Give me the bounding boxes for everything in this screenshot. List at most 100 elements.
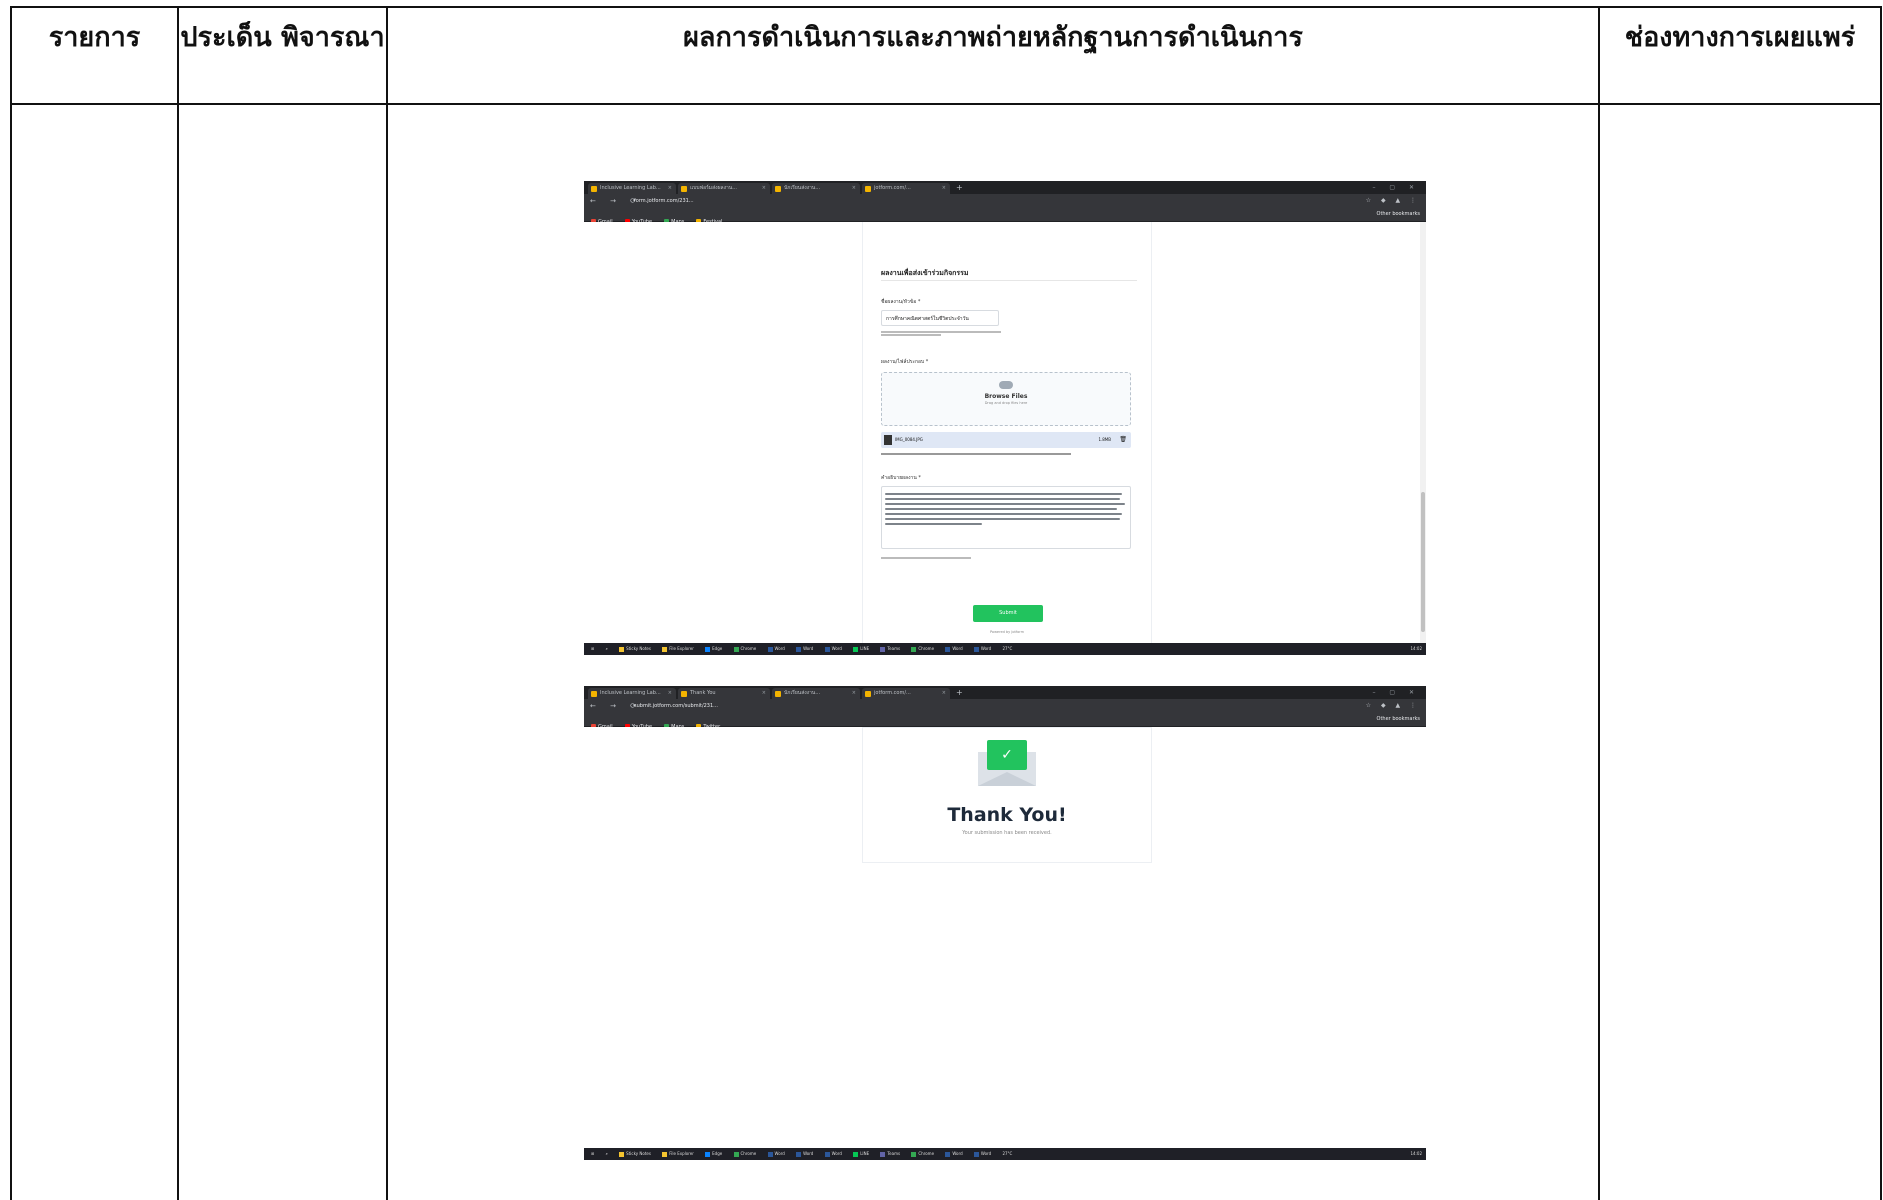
table-left-border xyxy=(10,6,12,1200)
check-icon: ✓ xyxy=(987,740,1027,770)
evidence-screenshot-form: Inclusive Learning Lab... × แบบฟอร์มส่งผล… xyxy=(584,181,1426,655)
taskbar-app[interactable]: Word xyxy=(822,643,845,655)
windows-taskbar: ⊞ ⌕ Sticky Notes File Explorer Edge Chro… xyxy=(584,1148,1426,1160)
taskbar-app[interactable]: Word xyxy=(942,1148,965,1160)
scrollbar[interactable] xyxy=(1420,222,1426,643)
col-divider-3 xyxy=(1598,6,1600,1200)
taskbar-app[interactable]: Edge xyxy=(702,643,725,655)
upload-hint xyxy=(881,452,1081,456)
header-considerations: ประเด็น พิจารณา xyxy=(180,22,385,53)
divider xyxy=(881,280,1137,281)
thank-you-title: Thank You! xyxy=(947,804,1067,826)
browser-tab[interactable]: jotform.com/... × xyxy=(862,183,950,194)
taskbar-app[interactable]: LINE xyxy=(850,643,872,655)
search-icon[interactable]: ⌕ xyxy=(603,643,611,655)
trash-icon[interactable]: 🗑 xyxy=(1119,432,1127,448)
url-field[interactable]: submit.jotform.com/submit/231... xyxy=(634,701,1234,711)
thank-you-card: ✓ Thank You! Your submission has been re… xyxy=(862,727,1152,863)
uploaded-file-row: IMG_0084.JPG 1.8MB 🗑 xyxy=(881,432,1131,448)
taskbar-app[interactable]: Word xyxy=(793,643,816,655)
upload-label: ผลงาน/ไฟล์ประกอบ * xyxy=(881,359,929,365)
taskbar-app[interactable]: Word xyxy=(942,643,965,655)
new-tab-icon[interactable]: + xyxy=(956,686,963,699)
header-bottom-border xyxy=(10,103,1882,105)
description-label: คำอธิบายผลงาน * xyxy=(881,475,921,481)
browser-tab-bar: Inclusive Learning Lab... × แบบฟอร์มส่งผล… xyxy=(584,181,1426,194)
taskbar-app[interactable]: Sticky Notes xyxy=(616,643,654,655)
cloud-upload-icon xyxy=(999,381,1013,389)
header-items: รายการ xyxy=(48,22,141,53)
envelope-flap xyxy=(978,772,1036,786)
taskbar-clock[interactable]: 14:02 xyxy=(1410,643,1422,655)
weather-widget[interactable]: 27°C xyxy=(999,643,1015,655)
taskbar-app[interactable]: Word xyxy=(971,1148,994,1160)
taskbar-app[interactable]: File Explorer xyxy=(659,1148,697,1160)
file-thumbnail xyxy=(884,435,892,445)
start-icon[interactable]: ⊞ xyxy=(588,1148,597,1160)
browser-tab-bar: Inclusive Learning Lab... × Thank You × นั… xyxy=(584,686,1426,699)
browser-tab[interactable]: Inclusive Learning Lab... × xyxy=(588,183,676,194)
new-tab-icon[interactable]: + xyxy=(956,181,963,194)
file-name: IMG_0084.JPG xyxy=(895,437,923,442)
form-card: ผลงานเพื่อส่งเข้าร่วมกิจกรรม ชื่อผลงาน/ห… xyxy=(862,222,1152,643)
name-label: ชื่อผลงาน/หัวข้อ * xyxy=(881,299,921,305)
search-icon[interactable]: ⌕ xyxy=(603,1148,611,1160)
taskbar-clock[interactable]: 14:02 xyxy=(1410,1148,1422,1160)
taskbar-app[interactable]: File Explorer xyxy=(659,643,697,655)
table-right-border xyxy=(1880,6,1882,1200)
browser-tab[interactable]: นักเรียนส่งงาน... × xyxy=(772,688,860,699)
header-channels: ช่องทางการเผยแพร่ xyxy=(1624,22,1856,53)
browser-tab[interactable]: Inclusive Learning Lab... × xyxy=(588,688,676,699)
browser-tab[interactable]: Thank You × xyxy=(678,688,770,699)
window-controls[interactable]: – ▢ ✕ xyxy=(1372,181,1420,194)
taskbar-app[interactable]: Edge xyxy=(702,1148,725,1160)
header-results: ผลการดำเนินการและภาพถ่ายหลักฐานการดำเนิน… xyxy=(683,22,1303,53)
browse-files-label[interactable]: Browse Files xyxy=(882,393,1130,400)
browser-page: ผลงานเพื่อส่งเข้าร่วมกิจกรรม ชื่อผลงาน/ห… xyxy=(584,222,1426,643)
start-icon[interactable]: ⊞ xyxy=(588,643,597,655)
taskbar-app[interactable]: Word xyxy=(765,1148,788,1160)
browser-toolbar-icons[interactable]: ☆ ◆ ▲ ⋮ xyxy=(1366,194,1420,208)
taskbar-app[interactable]: Teams xyxy=(877,643,903,655)
taskbar-app[interactable]: Chrome xyxy=(908,1148,937,1160)
taskbar-app[interactable]: Teams xyxy=(877,1148,903,1160)
other-bookmarks[interactable]: Other bookmarks xyxy=(1377,208,1420,221)
browser-address-bar: ← → ⟳ submit.jotform.com/submit/231... ☆… xyxy=(584,699,1426,713)
weather-widget[interactable]: 27°C xyxy=(999,1148,1015,1160)
other-bookmarks[interactable]: Other bookmarks xyxy=(1377,713,1420,726)
powered-by: Powered by Jotform xyxy=(989,630,1025,634)
taskbar-app[interactable]: Chrome xyxy=(908,643,937,655)
window-controls[interactable]: – ▢ ✕ xyxy=(1372,686,1420,699)
field-hint xyxy=(881,330,1011,337)
browser-tab[interactable]: นักเรียนส่งงาน... × xyxy=(772,183,860,194)
table-top-border xyxy=(10,6,1882,8)
taskbar-app[interactable]: Word xyxy=(765,643,788,655)
taskbar-app[interactable]: LINE xyxy=(850,1148,872,1160)
form-section-title: ผลงานเพื่อส่งเข้าร่วมกิจกรรม xyxy=(881,269,969,277)
textarea-hint xyxy=(881,556,1011,560)
description-textarea[interactable] xyxy=(881,486,1131,549)
file-dropzone[interactable]: Browse Files Drag and drop files here xyxy=(881,372,1131,426)
submit-button[interactable]: Submit xyxy=(973,605,1043,622)
evidence-screenshot-thankyou: Inclusive Learning Lab... × Thank You × นั… xyxy=(584,686,1426,1160)
drag-drop-hint: Drag and drop files here xyxy=(984,401,1028,405)
windows-taskbar: ⊞ ⌕ Sticky Notes File Explorer Edge Chro… xyxy=(584,643,1426,655)
browser-toolbar-icons[interactable]: ☆ ◆ ▲ ⋮ xyxy=(1366,699,1420,713)
col-divider-2 xyxy=(386,6,388,1200)
col-divider-1 xyxy=(177,6,179,1200)
thank-you-subtitle: Your submission has been received. xyxy=(962,830,1052,836)
bookmarks-bar: Gmail YouTube Maps Festival Other bookma… xyxy=(584,208,1426,225)
taskbar-app[interactable]: Word xyxy=(971,643,994,655)
taskbar-app[interactable]: Chrome xyxy=(731,643,760,655)
taskbar-app[interactable]: Chrome xyxy=(731,1148,760,1160)
taskbar-app[interactable]: Word xyxy=(793,1148,816,1160)
file-size: 1.8MB xyxy=(1098,437,1111,442)
name-input[interactable]: การศึกษาคณิตศาสตร์ในชีวิตประจำวัน xyxy=(881,310,999,326)
bookmarks-bar: Gmail YouTube Maps Twitter Other bookmar… xyxy=(584,713,1426,730)
taskbar-app[interactable]: Word xyxy=(822,1148,845,1160)
url-field[interactable]: form.jotform.com/231... xyxy=(634,196,1234,206)
browser-tab[interactable]: แบบฟอร์มส่งผลงาน... × xyxy=(678,183,770,194)
browser-tab[interactable]: jotform.com/... × xyxy=(862,688,950,699)
taskbar-app[interactable]: Sticky Notes xyxy=(616,1148,654,1160)
browser-address-bar: ← → ⟳ form.jotform.com/231... ☆ ◆ ▲ ⋮ xyxy=(584,194,1426,208)
